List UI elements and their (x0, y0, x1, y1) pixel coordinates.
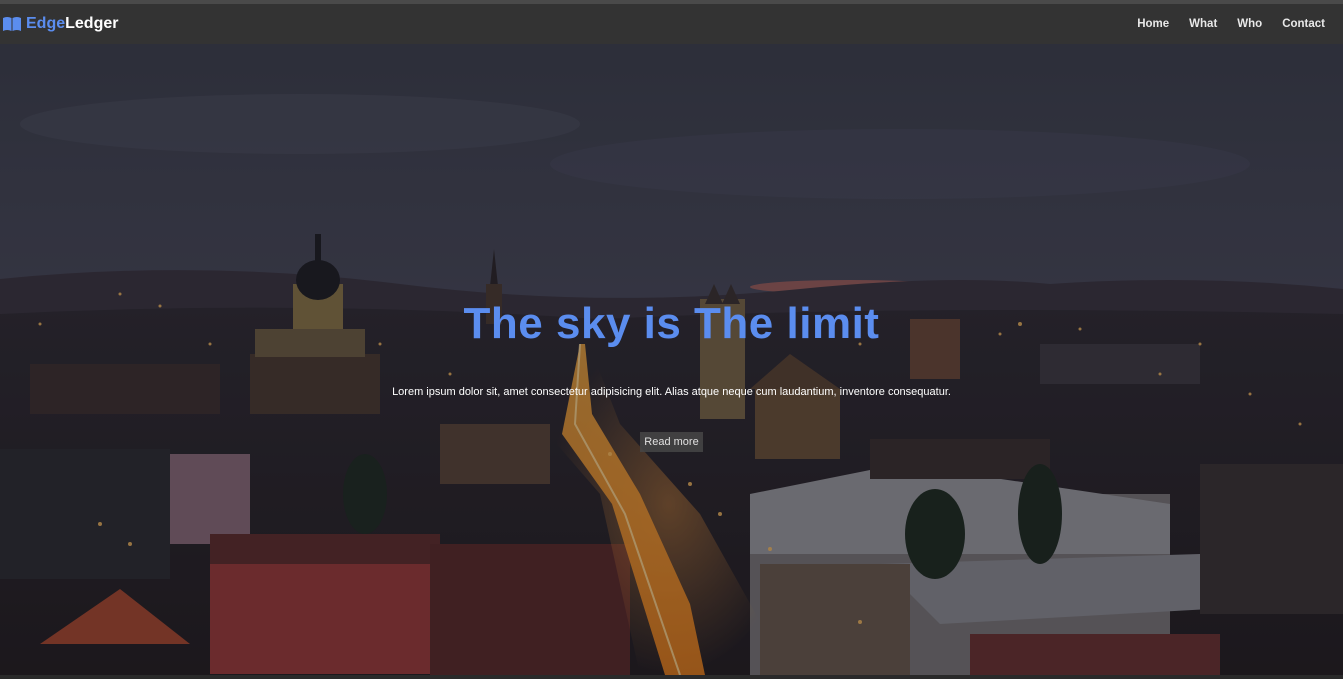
navbar: Edge Ledger Home What Who Contact (0, 4, 1343, 44)
hero-section: The sky is The limit Lorem ipsum dolor s… (0, 44, 1343, 675)
nav-home[interactable]: Home (1137, 18, 1169, 30)
nav-contact[interactable]: Contact (1282, 18, 1325, 30)
brand-name-part2: Ledger (65, 15, 119, 32)
brand-logo[interactable]: Edge Ledger (2, 15, 118, 33)
hero-title: The sky is The limit (463, 299, 880, 348)
nav-who[interactable]: Who (1237, 18, 1262, 30)
nav-what[interactable]: What (1189, 18, 1217, 30)
read-more-button[interactable]: Read more (640, 432, 703, 452)
nav-menu: Home What Who Contact (1117, 18, 1325, 30)
book-icon (2, 16, 22, 32)
bottom-border (0, 675, 1343, 679)
hero-content: The sky is The limit Lorem ipsum dolor s… (0, 44, 1343, 675)
hero-description: Lorem ipsum dolor sit, amet consectetur … (392, 386, 951, 398)
brand-name-part1: Edge (26, 15, 66, 32)
